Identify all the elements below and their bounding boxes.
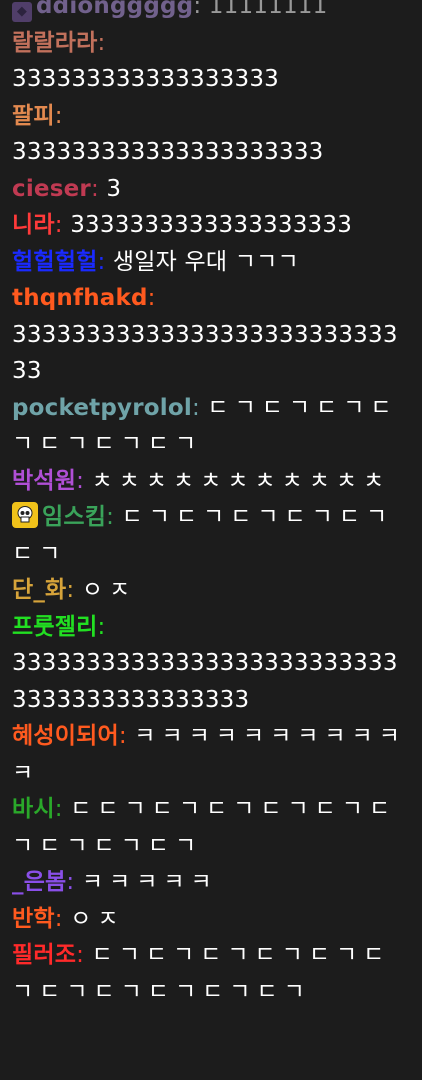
chat-message: 혜성이되어: ㅋㅋㅋㅋㅋㅋㅋㅋㅋㅋㅋ bbox=[12, 718, 410, 791]
chat-colon: : bbox=[66, 869, 82, 895]
chat-message: 프룻젤리: 33333333333333333333333333333333333… bbox=[12, 609, 410, 719]
chat-text: ㅇㅈ bbox=[70, 905, 125, 932]
chat-message: thqnfhakd: 3333333333333333333333333333 bbox=[12, 280, 410, 390]
chat-text: 333333333333333333333 bbox=[12, 139, 324, 165]
chat-colon: : bbox=[90, 175, 107, 202]
chat-colon: : bbox=[97, 613, 106, 640]
chat-message: ◆ ddionggggg: 11111111 bbox=[12, 0, 410, 25]
chat-text: 3333333333333333333333333333333333333333… bbox=[12, 650, 398, 713]
chat-username[interactable]: 임스킴 bbox=[42, 504, 106, 530]
chat-message: _은봄: ㅋㅋㅋㅋㅋ bbox=[12, 864, 410, 901]
chat-username[interactable]: cieser bbox=[12, 176, 91, 202]
chat-message: 헐헐헐헐: 생일자 우대 ㄱㄱㄱ bbox=[12, 244, 410, 281]
chat-colon: : bbox=[54, 905, 71, 932]
chat-text: 3333333333333333333 bbox=[70, 212, 353, 238]
chat-colon: : bbox=[97, 29, 106, 56]
chat-colon: : bbox=[54, 102, 63, 129]
chat-text: ㅋㅋㅋㅋㅋ bbox=[81, 869, 218, 895]
chat-username[interactable]: 바시 bbox=[12, 796, 55, 822]
chat-text: 11111111 bbox=[208, 0, 328, 19]
chat-username[interactable]: 헐헐헐헐 bbox=[12, 249, 97, 275]
chat-message: cieser: 3 bbox=[12, 171, 410, 208]
chat-colon: : bbox=[193, 0, 209, 19]
chat-username[interactable]: _은봄 bbox=[12, 869, 66, 895]
chat-log: ◆ ddionggggg: 11111111 랄랄라라: 3333333333333… bbox=[0, 0, 422, 1080]
chat-colon: : bbox=[66, 577, 82, 603]
chat-message: 박석원: ㅊㅊㅊㅊㅊㅊㅊㅊㅊㅊㅊ bbox=[12, 463, 410, 500]
chat-colon: : bbox=[76, 942, 92, 968]
chat-username[interactable]: ddionggggg bbox=[36, 0, 193, 19]
chat-text: 333333333333333333 bbox=[12, 66, 279, 92]
chat-username[interactable]: pocketpyrolol bbox=[12, 395, 192, 421]
chat-message: 반학: ㅇㅈ bbox=[12, 901, 410, 938]
chat-text: ㅇㅈ bbox=[81, 577, 137, 603]
chat-message: 랄랄라라: 333333333333333333 bbox=[12, 25, 410, 98]
chat-colon: : bbox=[147, 285, 156, 311]
chat-username[interactable]: 랄랄라라 bbox=[12, 30, 97, 56]
chat-username[interactable]: 반학 bbox=[12, 906, 55, 932]
chat-message: 바시: ㄷㄷㄱㄷㄱㄷㄱㄷㄱㄷㄱㄷㄱㄷㄱㄷㄱㄷㄱ bbox=[12, 791, 410, 864]
chat-username[interactable]: 필러조 bbox=[12, 942, 76, 968]
chat-message: 필러조: ㄷㄱㄷㄱㄷㄱㄷㄱㄷㄱㄷㄱㄷㄱㄷㄱㄷㄱㄷㄱㄷㄱ bbox=[12, 937, 410, 1010]
chat-colon: : bbox=[54, 796, 71, 822]
chat-text: ㅊㅊㅊㅊㅊㅊㅊㅊㅊㅊㅊ bbox=[91, 467, 391, 494]
chat-colon: : bbox=[191, 394, 208, 421]
chat-message: 임스킴: ㄷㄱㄷㄱㄷㄱㄷㄱㄷㄱㄷㄱ bbox=[12, 499, 410, 572]
chat-message: 팔피: 333333333333333333333 bbox=[12, 98, 410, 171]
purple-badge-icon: ◆ bbox=[12, 2, 32, 22]
chat-message: pocketpyrolol: ㄷㄱㄷㄱㄷㄱㄷㄱㄷㄱㄷㄱㄷㄱ bbox=[12, 390, 410, 463]
chat-username[interactable]: 팔피 bbox=[12, 103, 55, 129]
chat-message: 단_화: ㅇㅈ bbox=[12, 572, 410, 609]
chat-username[interactable]: 프룻젤리 bbox=[12, 614, 97, 640]
chat-text: 3333333333333333333333333333 bbox=[12, 321, 398, 385]
chat-username[interactable]: 박석원 bbox=[12, 468, 76, 494]
chat-colon: : bbox=[54, 212, 71, 238]
chat-text: 생일자 우대 ㄱㄱㄱ bbox=[112, 248, 299, 275]
chat-colon: : bbox=[118, 723, 135, 749]
chat-colon: : bbox=[97, 248, 113, 275]
chat-colon: : bbox=[76, 467, 92, 494]
chat-username[interactable]: 혜성이되어 bbox=[12, 723, 119, 749]
chat-text: 3 bbox=[106, 175, 122, 202]
chat-message: 니라: 3333333333333333333 bbox=[12, 207, 410, 244]
chat-username[interactable]: 단_화 bbox=[12, 577, 66, 603]
chat-colon: : bbox=[106, 504, 122, 530]
chat-username[interactable]: 니라 bbox=[12, 212, 55, 238]
chat-username[interactable]: thqnfhakd bbox=[12, 285, 148, 311]
skull-badge-icon bbox=[12, 502, 38, 528]
chat-text: ㄷㄷㄱㄷㄱㄷㄱㄷㄱㄷㄱㄷㄱㄷㄱㄷㄱㄷㄱ bbox=[12, 796, 397, 859]
